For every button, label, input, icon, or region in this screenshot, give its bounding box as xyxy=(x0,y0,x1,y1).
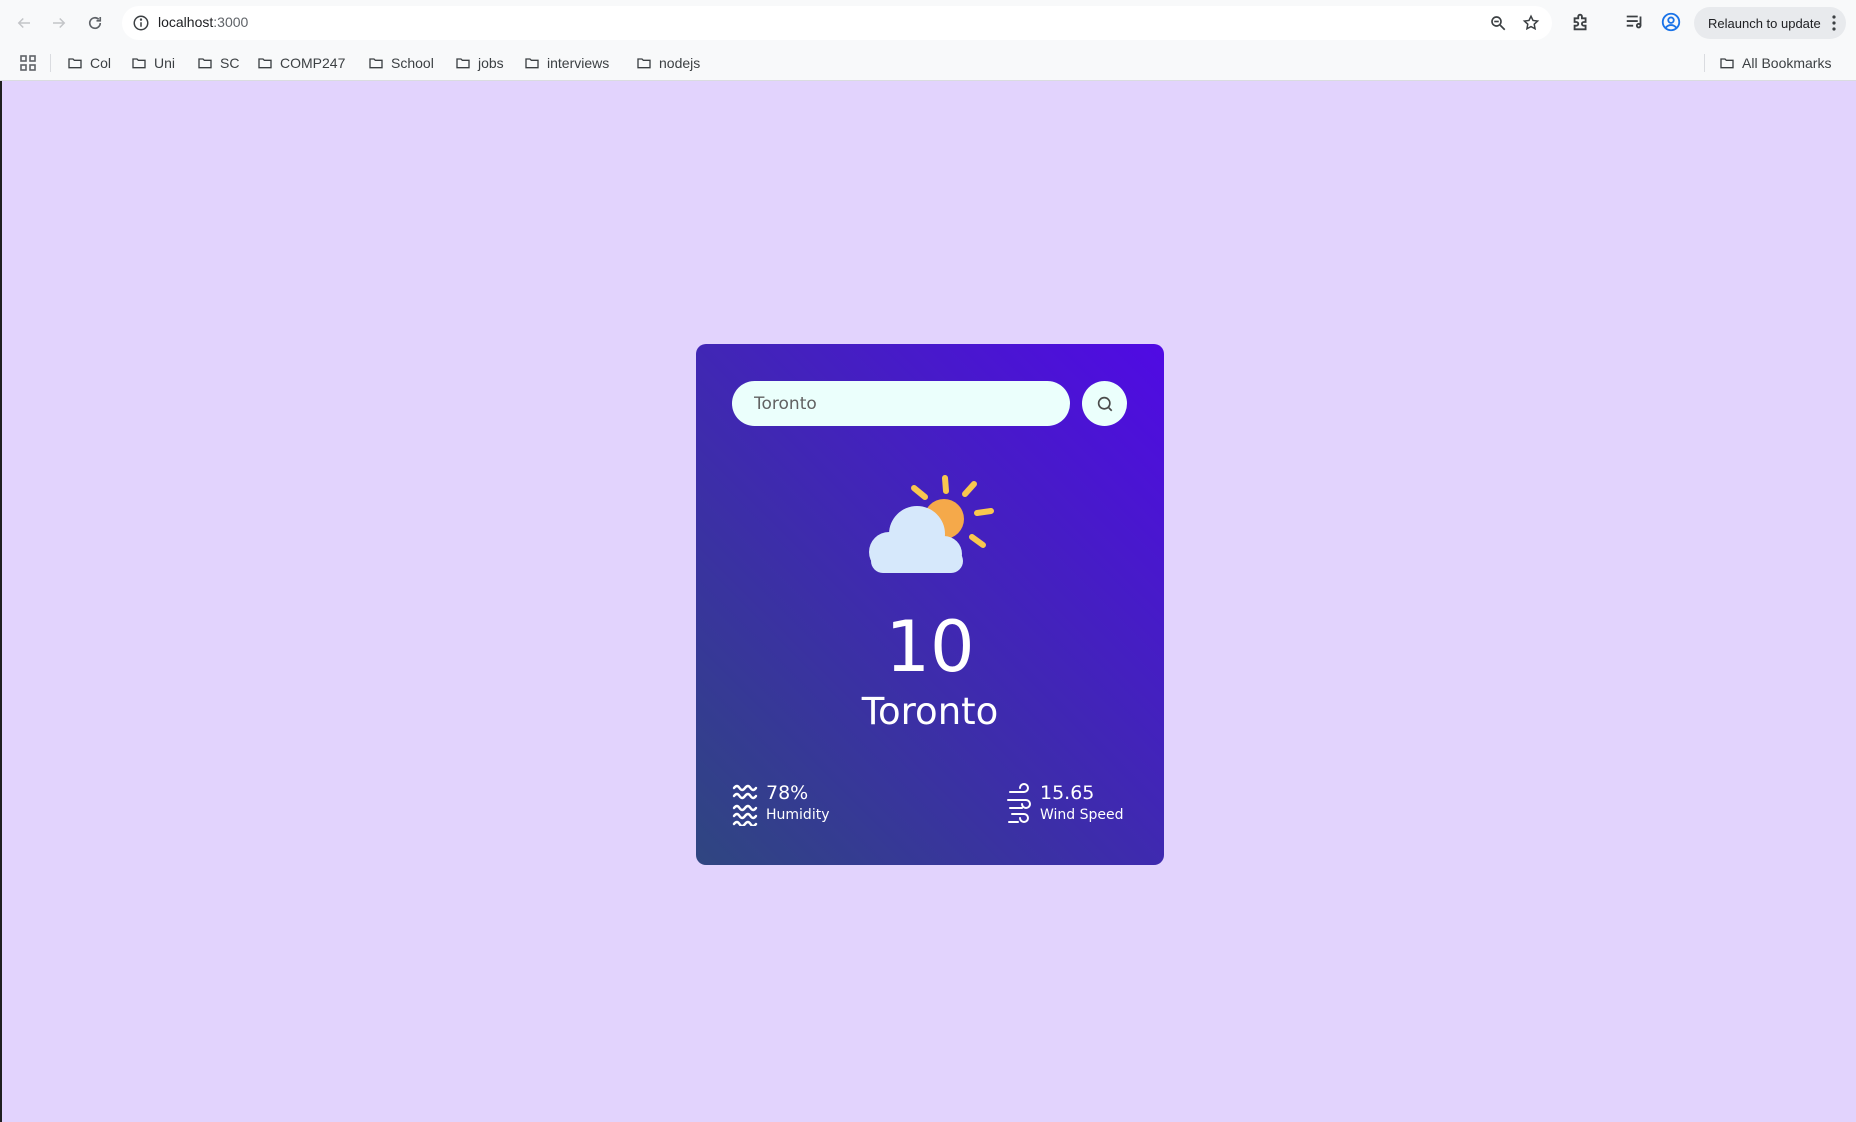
folder-icon xyxy=(198,58,212,69)
browser-chrome: localhost:3000 Relaunch to update Col Un… xyxy=(0,0,1856,81)
bookmark-star-icon[interactable] xyxy=(1522,14,1540,32)
relaunch-button[interactable]: Relaunch to update xyxy=(1694,7,1846,39)
humidity-label: Humidity xyxy=(766,807,830,823)
humidity-icon xyxy=(732,784,758,826)
wind-speed-stat: 15.65 Wind Speed xyxy=(1006,780,1124,830)
wind-speed-value: 15.65 xyxy=(1040,782,1095,804)
bookmark-label: COMP247 xyxy=(280,55,346,71)
bookmark-folder-nodejs[interactable]: nodejs xyxy=(636,51,700,75)
search-bar xyxy=(732,381,1070,426)
zoom-icon[interactable] xyxy=(1489,14,1507,32)
reload-icon xyxy=(88,16,102,30)
folder-icon xyxy=(68,58,82,69)
search-icon xyxy=(1097,396,1112,411)
bookmark-folder-interviews[interactable]: interviews xyxy=(524,51,609,75)
more-vert-icon xyxy=(1832,15,1836,31)
bookmark-label: interviews xyxy=(547,55,610,71)
profile-icon[interactable] xyxy=(1660,11,1682,33)
folder-icon xyxy=(258,58,272,69)
search-button[interactable] xyxy=(1082,381,1127,426)
apps-grid-icon[interactable] xyxy=(19,54,37,72)
reload-button[interactable] xyxy=(83,11,107,35)
page-viewport: 10 Toronto 78% Humidity xyxy=(0,81,1856,1122)
bookmarks-separator xyxy=(50,54,51,72)
all-bookmarks-button[interactable]: All Bookmarks xyxy=(1719,51,1831,75)
bookmark-label: School xyxy=(391,55,434,71)
site-info-icon[interactable] xyxy=(132,14,150,32)
bookmark-folder-school[interactable]: School xyxy=(368,51,434,75)
url-text: localhost:3000 xyxy=(158,14,249,30)
address-bar[interactable]: localhost:3000 xyxy=(122,6,1552,40)
forward-button[interactable] xyxy=(47,11,71,35)
bookmark-label: SC xyxy=(220,55,240,71)
folder-icon xyxy=(525,58,539,69)
folder-icon xyxy=(369,58,383,69)
bookmark-folder-uni[interactable]: Uni xyxy=(131,51,175,75)
bookmark-folder-comp247[interactable]: COMP247 xyxy=(257,51,345,75)
bookmarks-bar: Col Uni SC COMP247 School jobs interview… xyxy=(0,45,1856,81)
humidity-stat: 78% Humidity xyxy=(732,780,829,830)
extensions-icon[interactable] xyxy=(1570,11,1592,33)
bookmark-folder-col[interactable]: Col xyxy=(67,51,111,75)
bookmark-label: jobs xyxy=(478,55,504,71)
back-button[interactable] xyxy=(12,11,36,35)
all-bookmarks-label: All Bookmarks xyxy=(1742,55,1832,71)
bookmark-label: nodejs xyxy=(659,55,701,71)
bookmarks-separator xyxy=(1704,54,1705,72)
relaunch-label: Relaunch to update xyxy=(1708,15,1821,31)
partly-cloudy-icon xyxy=(869,475,994,573)
wind-icon xyxy=(1007,783,1031,823)
city-name: Toronto xyxy=(861,690,999,733)
temperature-value: 10 xyxy=(885,606,975,688)
folder-icon xyxy=(132,58,146,69)
weather-card: 10 Toronto 78% Humidity xyxy=(696,344,1164,865)
city-search-input[interactable] xyxy=(754,393,1054,414)
wind-speed-label: Wind Speed xyxy=(1040,807,1124,823)
humidity-value: 78% xyxy=(766,782,809,804)
folder-icon xyxy=(456,58,470,69)
arrow-left-icon xyxy=(17,17,30,29)
bookmark-label: Col xyxy=(90,55,112,71)
folder-icon xyxy=(1720,58,1734,69)
browser-toolbar: localhost:3000 Relaunch to update xyxy=(0,0,1856,45)
folder-icon xyxy=(637,58,651,69)
arrow-right-icon xyxy=(53,17,66,29)
bookmark-folder-sc[interactable]: SC xyxy=(197,51,239,75)
media-controls-icon[interactable] xyxy=(1624,11,1646,33)
bookmark-folder-jobs[interactable]: jobs xyxy=(455,51,504,75)
bookmark-label: Uni xyxy=(154,55,176,71)
